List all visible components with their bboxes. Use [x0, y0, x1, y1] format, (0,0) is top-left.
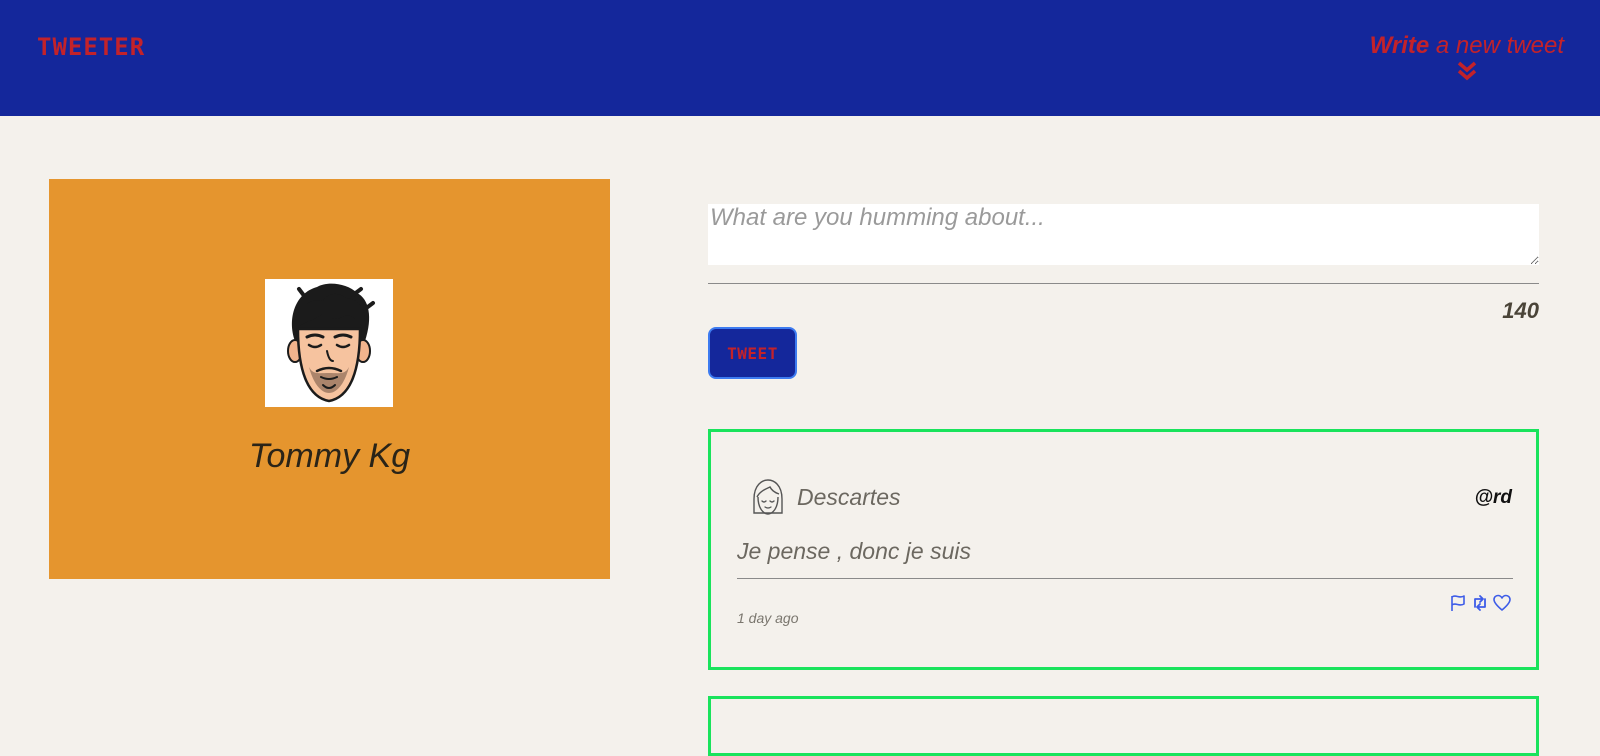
tweet-timestamp: 1 day ago — [737, 610, 799, 626]
tweet-compose-input[interactable] — [708, 204, 1539, 265]
tweet-author-handle: @rd — [1474, 487, 1512, 508]
tweet-text: Je pense , donc je suis — [737, 538, 971, 564]
app-logo[interactable]: TWEETER — [37, 33, 145, 61]
character-counter: 140 — [1502, 298, 1539, 323]
tweet-author-name: Descartes — [797, 484, 901, 510]
top-nav-bar: TWEETER Write a new tweet — [0, 0, 1600, 116]
profile-card: Tommy Kg — [49, 179, 610, 579]
flag-icon[interactable] — [1448, 593, 1468, 613]
heart-icon[interactable] — [1492, 593, 1512, 613]
tweet-card — [708, 696, 1539, 756]
avatar — [265, 279, 393, 407]
tweet-card: Descartes @rd Je pense , donc je suis 1 … — [708, 429, 1539, 670]
profile-name: Tommy Kg — [248, 437, 411, 475]
tweet-author-avatar-icon — [753, 479, 783, 515]
write-new-tweet-label-rest: a new tweet — [1429, 32, 1564, 59]
user-face-avatar-icon — [287, 283, 375, 403]
double-chevron-down-icon[interactable] — [1456, 60, 1478, 82]
tweet-divider — [737, 578, 1513, 579]
tweet-submit-button[interactable]: TWEET — [708, 327, 797, 379]
retweet-icon[interactable] — [1470, 593, 1490, 613]
write-new-tweet-label[interactable]: Write a new tweet — [1370, 32, 1564, 60]
compose-divider — [708, 283, 1539, 284]
tweet-actions — [1448, 593, 1512, 613]
write-new-tweet-label-strong: Write — [1369, 32, 1430, 59]
write-new-tweet-toggle[interactable]: Write a new tweet — [1370, 32, 1564, 82]
